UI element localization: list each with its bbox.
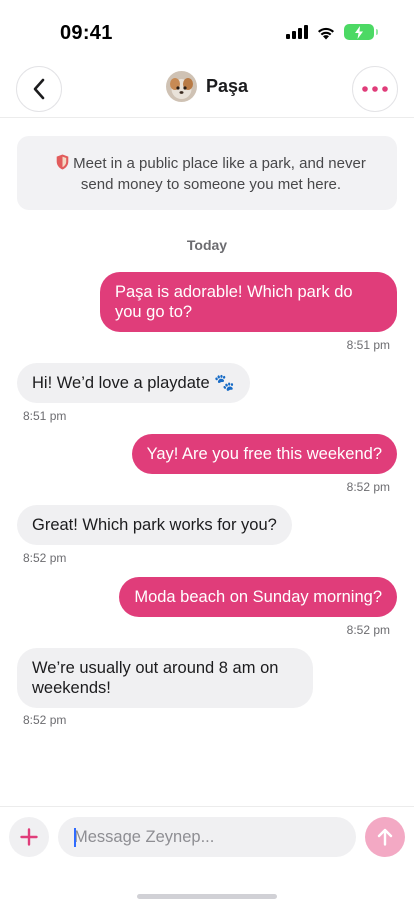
message-timestamp: 8:52 pm [346,623,390,637]
cellular-signal-icon [286,25,308,39]
message-timestamp: 8:52 pm [23,713,67,727]
status-bar: 09:41 [0,0,414,58]
send-button[interactable] [365,817,405,857]
message-timestamp: 8:51 pm [23,409,67,423]
shield-icon [56,154,69,170]
incoming-message[interactable]: We’re usually out around 8 am on weekend… [17,648,313,708]
arrow-up-icon [377,828,393,846]
home-indicator[interactable] [137,894,277,899]
safety-text: Meet in a public place like a park, and … [73,155,366,193]
plus-icon [20,828,38,846]
status-time: 09:41 [60,22,113,44]
message-timestamp: 8:52 pm [23,551,67,565]
incoming-message[interactable]: Great! Which park works for you? [17,505,292,545]
outgoing-message[interactable]: Yay! Are you free this weekend? [131,434,397,474]
battery-charging-icon [344,24,378,40]
avatar[interactable] [165,71,197,102]
more-options-button[interactable] [352,66,398,112]
wifi-icon [318,27,334,39]
chat-screen: 09:41 Paşa Meet in a public place like a… [0,0,414,900]
more-dots-icon [362,86,388,92]
contact-name: Paşa [205,76,249,96]
message-input[interactable] [58,817,356,857]
outgoing-message[interactable]: Paşa is adorable! Which park do you go t… [100,272,397,332]
chat-header: Paşa [0,62,414,118]
add-attachment-button[interactable] [9,817,49,857]
message-timestamp: 8:51 pm [346,338,390,352]
status-icons [286,24,378,40]
message-timestamp: 8:52 pm [346,480,390,494]
outgoing-message[interactable]: Moda beach on Sunday morning? [119,577,397,617]
message-composer [0,806,414,900]
day-separator: Today [186,237,228,253]
text-cursor [74,828,76,847]
safety-banner: Meet in a public place like a park, and … [17,136,397,210]
incoming-message[interactable]: Hi! We’d love a playdate 🐾 [17,363,250,403]
